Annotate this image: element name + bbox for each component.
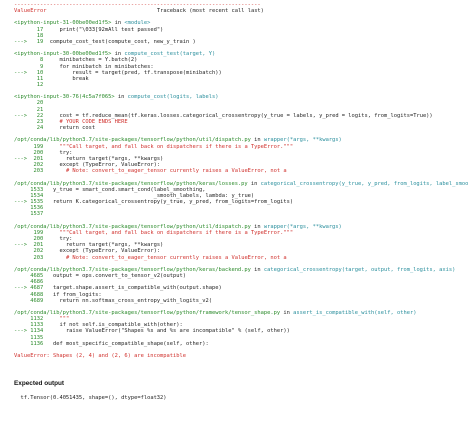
traceback-output: ----------------------------------------… bbox=[14, 2, 468, 401]
traceback-header-right: Traceback (most recent call last) bbox=[156, 8, 264, 15]
final-error: ValueError: Shapes (2, 4) and (2, 6) are… bbox=[14, 353, 187, 359]
traceback-frames: <ipython-input-31-00be00ed1f5> in <modul… bbox=[14, 14, 468, 353]
expected-output-value: tf.Tensor(0.4051435, shape=(), dtype=flo… bbox=[20, 395, 167, 402]
expected-output-heading: Expected output bbox=[14, 380, 65, 388]
frame-location: /opt/conda/lib/python3.7/site-packages/t… bbox=[14, 309, 417, 316]
error-name: ValueError bbox=[14, 8, 47, 15]
